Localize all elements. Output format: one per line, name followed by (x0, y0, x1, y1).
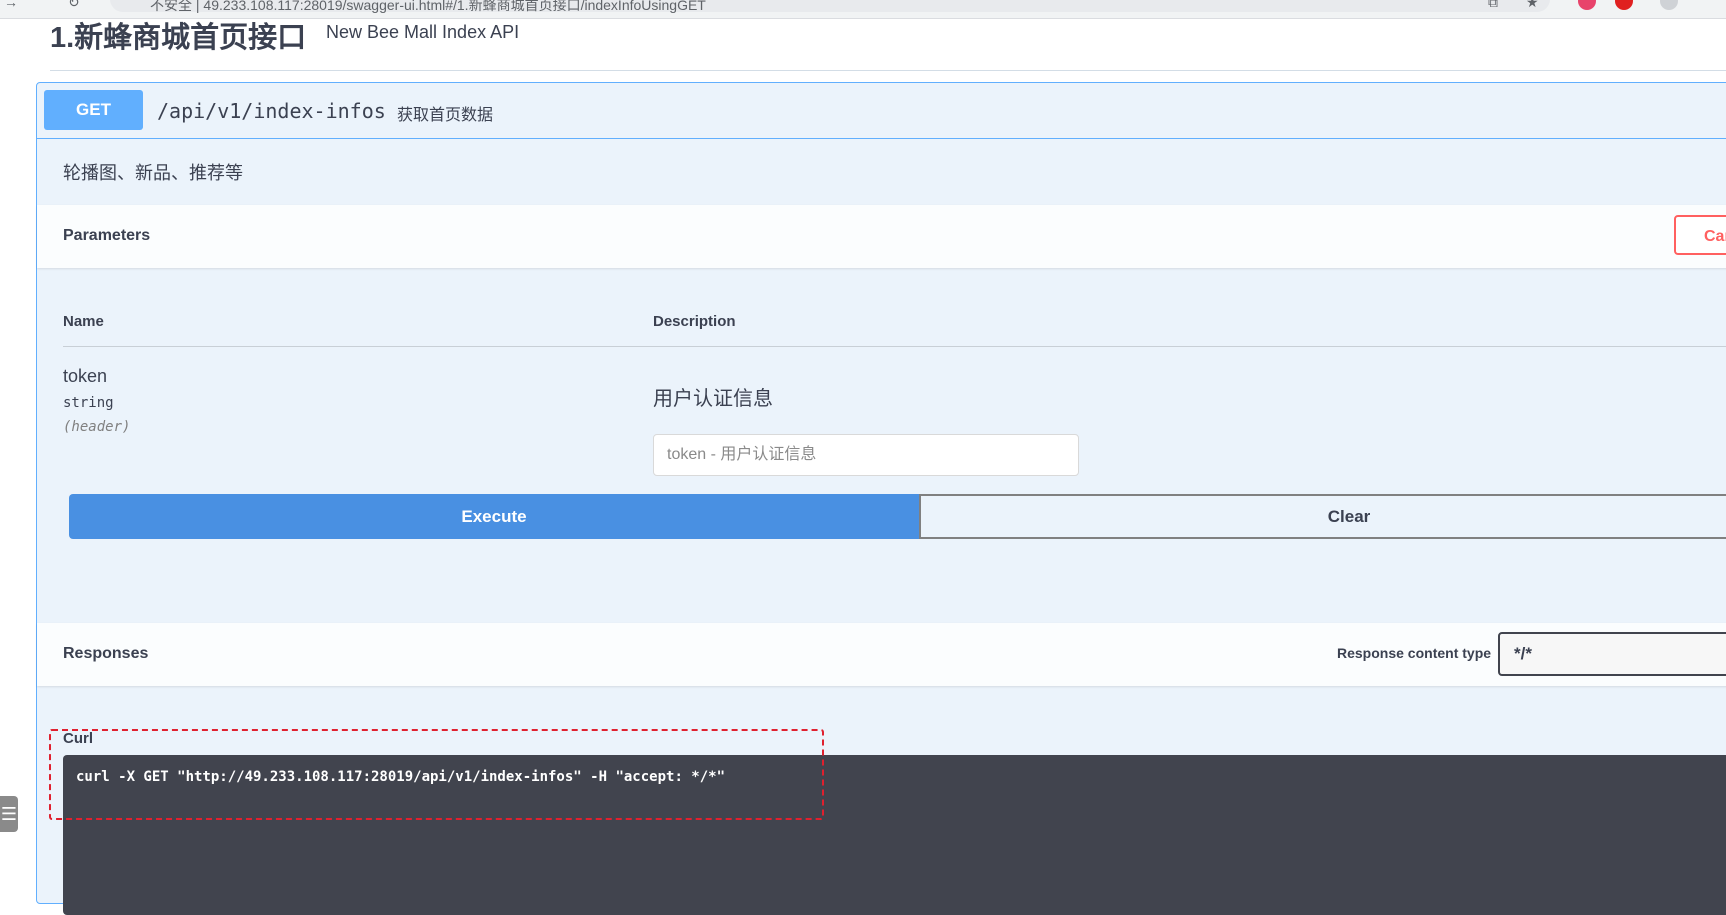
tag-title: 1.新蜂商城首页接口 (50, 22, 307, 54)
operation-summary-text: 获取首页数据 (397, 107, 494, 124)
curl-code-block[interactable]: curl -X GET "http://49.233.108.117:28019… (63, 755, 1726, 915)
response-content-type-select[interactable]: */* (1498, 632, 1726, 676)
parameters-header: Parameters Cancel (37, 205, 1726, 268)
token-input[interactable] (653, 434, 1079, 476)
parameter-location: (header) (63, 419, 131, 435)
table-divider (63, 346, 1726, 347)
curl-label: Curl (63, 730, 93, 747)
clear-button[interactable]: Clear (919, 494, 1726, 539)
tag-section-header[interactable]: 1.新蜂商城首页接口 New Bee Mall Index API (50, 12, 1726, 71)
bookmark-star-icon[interactable]: ★ (1526, 0, 1539, 11)
operation-description: 轮播图、新品、推荐等 (63, 163, 243, 183)
menu-icon[interactable]: ☰ (0, 796, 18, 832)
back-arrow-icon[interactable]: → (4, 0, 18, 10)
operation-summary[interactable]: GET /api/v1/index-infos 获取首页数据 (37, 83, 1726, 139)
parameter-type: string (63, 395, 114, 411)
responses-header: Responses Response content type */* (37, 623, 1726, 686)
response-content-type-label: Response content type (1337, 645, 1492, 661)
extension-icon[interactable] (1578, 0, 1596, 10)
reload-icon[interactable]: ↻ (68, 0, 80, 11)
http-method-badge: GET (44, 90, 143, 130)
install-app-icon[interactable]: ⧉ (1488, 0, 1498, 11)
curl-command: curl -X GET "http://49.233.108.117:28019… (76, 769, 726, 785)
parameter-description: 用户认证信息 (653, 388, 773, 410)
extension-icon[interactable] (1615, 0, 1633, 10)
parameters-title: Parameters (63, 227, 151, 244)
extension-icon[interactable] (1660, 0, 1678, 10)
execute-wrapper: Execute Clear (69, 494, 1726, 539)
tag-description: New Bee Mall Index API (326, 22, 520, 42)
execute-button[interactable]: Execute (69, 494, 919, 539)
column-header-description: Description (653, 313, 736, 330)
cancel-button[interactable]: Cancel (1674, 215, 1726, 255)
parameter-name: token (63, 366, 108, 386)
column-header-name: Name (63, 313, 104, 330)
operation-block: GET /api/v1/index-infos 获取首页数据 轮播图、新品、推荐… (36, 82, 1726, 915)
operation-path: /api/v1/index-infos (157, 99, 386, 123)
responses-title: Responses (63, 645, 149, 662)
